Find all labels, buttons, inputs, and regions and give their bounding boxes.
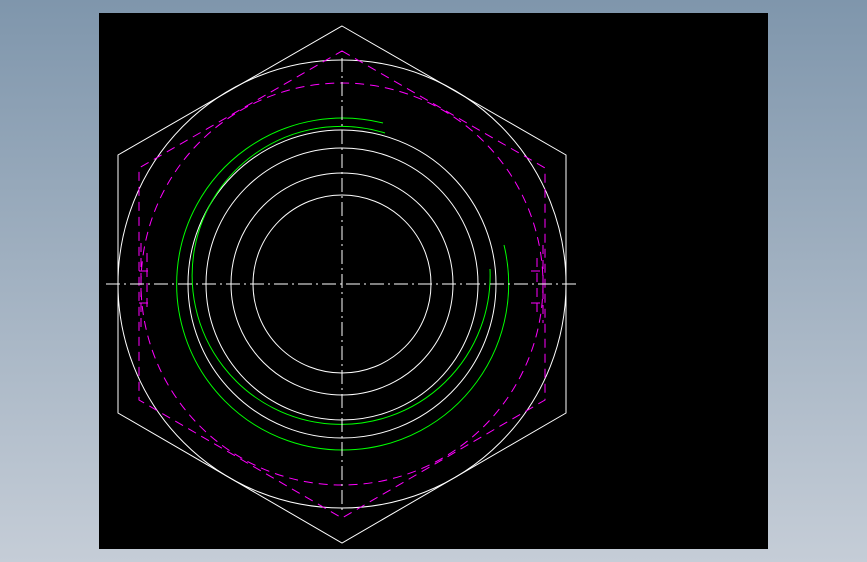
cad-drawing: [106, 25, 577, 544]
drawing-canvas[interactable]: [99, 13, 768, 549]
hidden-marker-left: [139, 243, 153, 331]
